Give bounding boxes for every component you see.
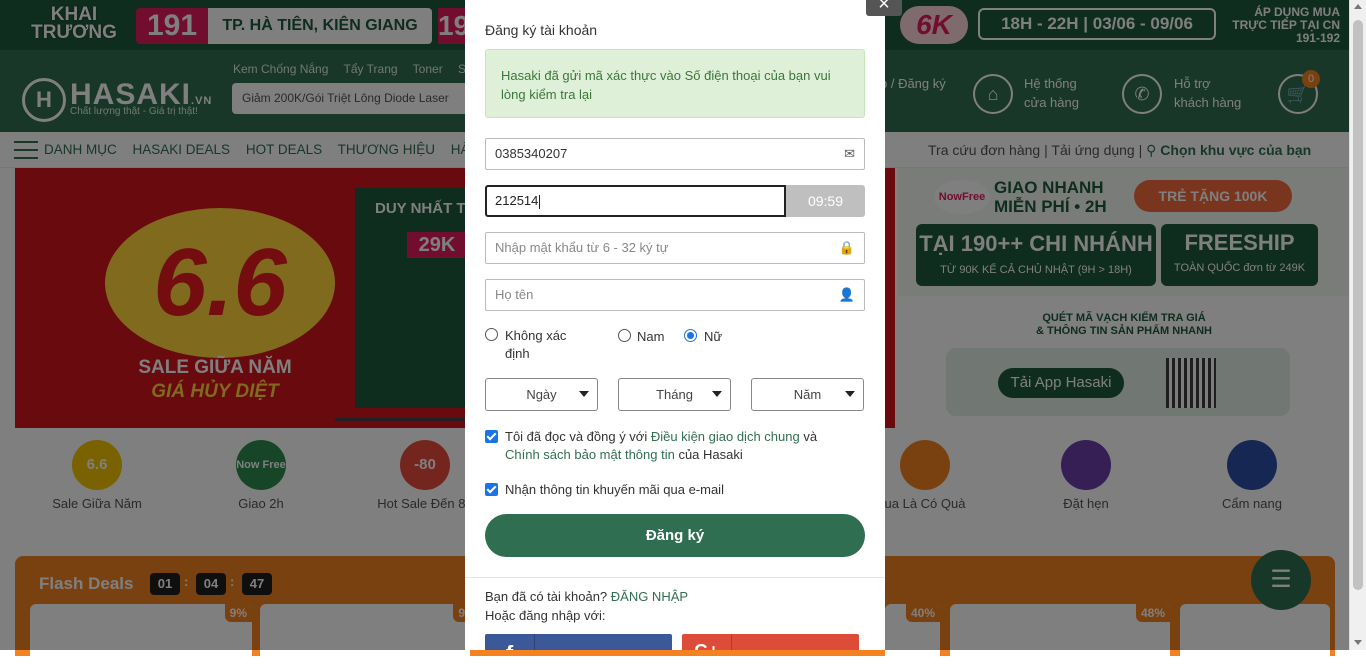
password-field[interactable]: Nhập mật khẩu từ 6 - 32 ký tự 🔒 bbox=[485, 232, 865, 264]
chevron-down-icon bbox=[579, 391, 589, 397]
gender-female-label: Nữ bbox=[704, 329, 723, 344]
otp-input[interactable]: 212514 bbox=[485, 185, 786, 217]
have-account-text: Bạn đã có tài khoản? ĐĂNG NHẬP bbox=[485, 589, 689, 604]
birth-month-select[interactable]: Tháng bbox=[618, 378, 731, 411]
newsletter-label: Nhận thông tin khuyến mãi qua e-mail bbox=[505, 482, 724, 497]
privacy-link[interactable]: Chính sách bảo mật thông tin bbox=[505, 447, 675, 462]
modal-close-button[interactable]: × bbox=[866, 0, 902, 16]
google-plus-icon: G+ bbox=[682, 634, 732, 650]
phone-field[interactable]: 0385340207 ✉ bbox=[485, 138, 865, 170]
or-login-text: Hoặc đăng nhập với: bbox=[485, 608, 606, 623]
facebook-icon: f bbox=[485, 634, 535, 650]
scroll-down-icon[interactable] bbox=[1354, 640, 1362, 645]
text-cursor bbox=[539, 194, 541, 209]
otp-sent-alert: Hasaki đã gửi mã xác thực vào Số điện th… bbox=[485, 49, 865, 118]
gender-male-label: Nam bbox=[637, 329, 665, 344]
birth-day-select[interactable]: Ngày bbox=[485, 378, 598, 411]
chevron-down-icon bbox=[712, 391, 722, 397]
modal-title: Đăng ký tài khoản bbox=[485, 22, 598, 38]
facebook-login-button[interactable]: f bbox=[485, 634, 672, 650]
gender-female-radio[interactable] bbox=[684, 329, 697, 342]
scrollbar-thumb[interactable] bbox=[1353, 20, 1363, 590]
register-modal: Đăng ký tài khoản Hasaki đã gửi mã xác t… bbox=[465, 0, 885, 650]
scroll-up-icon[interactable] bbox=[1354, 4, 1362, 9]
lock-icon: 🔒 bbox=[838, 240, 855, 255]
otp-timer-button[interactable]: 09:59 bbox=[786, 185, 865, 217]
google-login-button[interactable]: G+ bbox=[682, 634, 859, 650]
gender-unknown-radio[interactable] bbox=[485, 328, 498, 341]
divider bbox=[465, 577, 885, 578]
fullname-field[interactable]: Họ tên 👤 bbox=[485, 279, 865, 311]
terms-checkbox[interactable] bbox=[485, 430, 498, 443]
newsletter-checkbox[interactable] bbox=[485, 483, 498, 496]
terms-link[interactable]: Điều kiện giao dịch chung bbox=[651, 429, 800, 444]
birth-year-select[interactable]: Năm bbox=[751, 378, 864, 411]
terms-label: Tôi đã đọc và đồng ý với Điều kiện giao … bbox=[505, 429, 818, 462]
chevron-down-icon bbox=[845, 391, 855, 397]
gender-male-radio[interactable] bbox=[618, 329, 631, 342]
user-icon: 👤 bbox=[838, 287, 855, 302]
gender-unknown-label: Không xác định bbox=[505, 328, 567, 361]
login-link[interactable]: ĐĂNG NHẬP bbox=[611, 589, 688, 604]
envelope-icon: ✉ bbox=[844, 146, 855, 161]
register-submit-button[interactable]: Đăng ký bbox=[485, 514, 865, 557]
page-scrollbar[interactable] bbox=[1349, 0, 1366, 650]
